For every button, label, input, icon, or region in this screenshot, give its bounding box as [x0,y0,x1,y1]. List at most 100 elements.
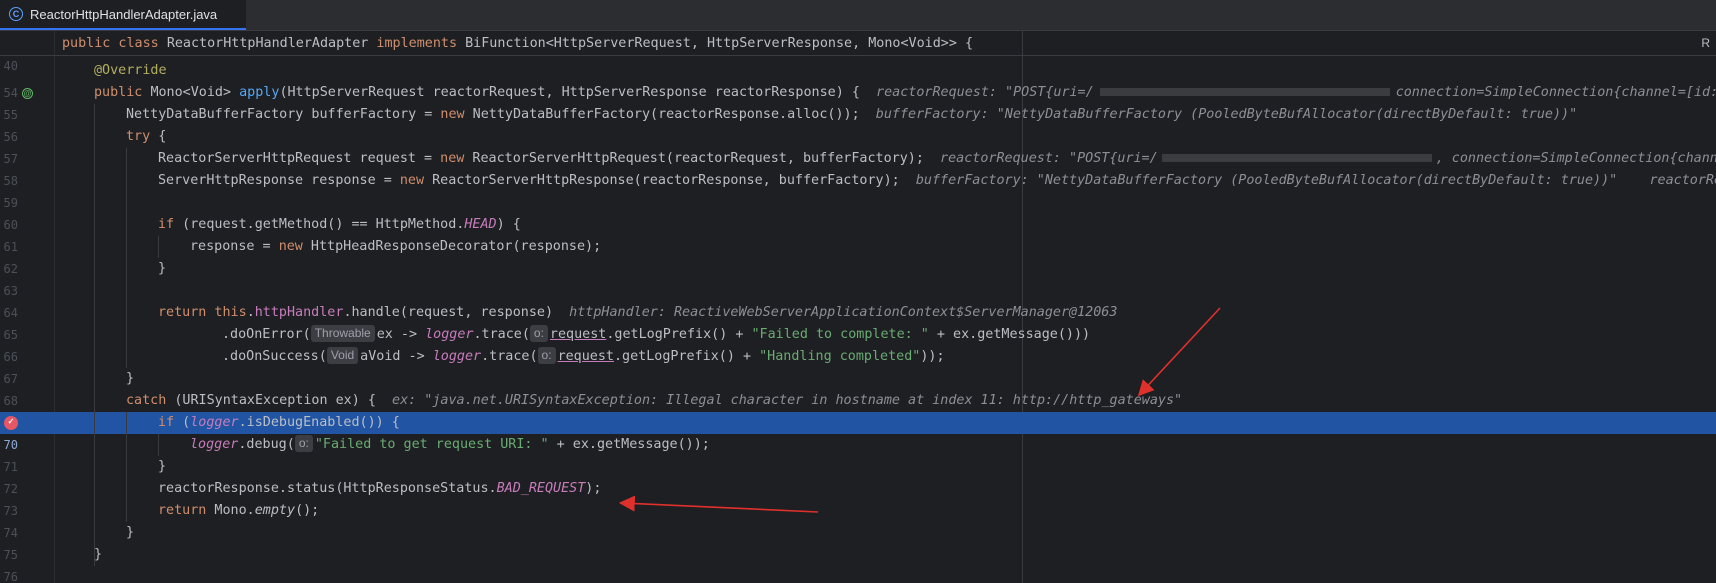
code-token: logger [190,437,239,452]
code-token: logger [432,349,482,364]
sticky-line[interactable]: 40 public class ReactorHttpHandlerAdapte… [0,33,1716,73]
code-token: apply [239,85,280,100]
code-token: (HttpServerRequest reactorRequest, HttpS… [279,85,860,100]
editor-tab[interactable]: C ReactorHttpHandlerAdapter.java [0,0,246,30]
code-token: + ex.getMessage())) [928,327,1091,342]
code-line-58[interactable]: 58 ReactorServerHttpRequest request = ne… [0,148,1716,188]
code-token: if [158,415,175,430]
param-hint: o: [294,435,313,452]
code-token: NettyDataBufferFactory(reactorResponse.a… [464,107,860,122]
sticky-separator [0,55,1716,56]
code-token: ReactorServerHttpRequest(reactorRequest,… [464,151,924,166]
code-token: .trace( [481,349,538,364]
code-token: Mono. [206,503,255,518]
code-token: logger [425,327,474,342]
code-token: ( [174,415,191,430]
code-line-76[interactable]: 76 } [0,544,1716,583]
debug-inline-value: , connection=SimpleConnection{channel=[ [1435,151,1716,166]
code-text: } [126,522,134,544]
code-line-74[interactable]: 74 return Mono.empty(); [0,500,1716,540]
tab-filename: ReactorHttpHandlerAdapter.java [30,6,218,22]
code-line-68[interactable]: 68 } [0,368,1716,408]
code-line-61[interactable]: 61 if (request.getMethod() == HttpMethod… [0,214,1716,254]
code-token: .debug( [238,437,295,452]
code-text: public Mono<Void> apply(HttpServerReques… [94,82,1716,104]
editor-tab-bar: C ReactorHttpHandlerAdapter.java [0,0,1716,31]
debug-inline-value: connection=SimpleConnection{channel=[id:… [1395,85,1716,100]
code-line-67[interactable]: 67 .doOnSuccess(Void aVoid -> logger.trac… [0,346,1716,386]
override-gutter-icon[interactable]: @ [22,88,33,99]
code-text: catch (URISyntaxException ex) { ex: "jav… [126,390,1182,412]
debug-inline-value: ex: "java.net.URISyntaxException: Illega… [392,393,1183,408]
code-line-75[interactable]: 75 } [0,522,1716,562]
code-token: Mono<Void> [150,85,240,100]
code-text: ServerHttpResponse response = new Reacto… [158,170,1716,192]
code-text: logger.debug(o: "Failed to get request UR… [190,434,710,456]
code-token: (request.getMethod() == HttpMethod. [174,217,465,232]
code-token: .doOnSuccess( [222,349,327,364]
code-text: @Override [94,60,167,82]
code-text: NettyDataBufferFactory bufferFactory = n… [126,104,1577,126]
code-token: BiFunction<HttpServerRequest, HttpServer… [457,36,974,51]
code-text: if (logger.isDebugEnabled()) { [158,412,400,434]
code-editor[interactable]: R 40 public class ReactorHttpHandlerAdap… [0,31,1716,583]
code-token: "Handling completed" [759,349,921,364]
code-token: } [126,371,135,386]
code-line-62[interactable]: 62 response = new HttpHeadResponseDecora… [0,236,1716,276]
code-line-69[interactable]: 69 catch (URISyntaxException ex) { ex: "… [0,390,1716,430]
code-text: try { [126,126,166,148]
code-token: request [549,327,607,342]
code-token: this [206,305,247,320]
code-line-63[interactable]: 63 } [0,258,1716,298]
code-line-57[interactable]: 57 try { [0,126,1716,166]
code-token: NettyDataBufferFactory bufferFactory = [126,107,441,122]
code-token: if [158,217,175,232]
code-token: .getLogPrefix() + [606,327,752,342]
code-token: implements [376,36,458,51]
code-token: response = [190,239,279,254]
execution-line-70[interactable]: 70 ✓ if (logger.isDebugEnabled()) { [0,412,1716,452]
code-line-66[interactable]: 66 .doOnError(Throwable ex -> logger.trac… [0,324,1716,364]
code-token: )); [920,349,945,364]
code-line-55[interactable]: 55 @ public Mono<Void> apply(HttpServerR… [0,82,1716,122]
code-line-64[interactable]: 64 [0,280,1716,320]
code-token: "Failed to get request URI: " [314,437,549,452]
code-line-60[interactable]: 60 [0,192,1716,232]
code-line-59[interactable]: 59 ServerHttpResponse response = new Rea… [0,170,1716,210]
code-token: (); [295,503,320,518]
code-token: } [158,459,167,474]
annotation-token: @Override [94,63,167,78]
code-token: ServerHttpResponse response = [158,173,400,188]
code-line-54[interactable]: 54 @Override [0,60,1716,100]
code-token: new [440,151,465,166]
code-token: new [399,173,425,188]
code-token: ReactorHttpHandlerAdapter [166,36,377,51]
code-token: request [557,349,614,364]
code-token: "Failed to complete: " [751,327,929,342]
code-line-71[interactable]: 71 logger.debug(o: "Failed to get request… [0,434,1716,474]
code-token: } [94,547,103,562]
code-token: ); [585,481,602,496]
code-token: .getLogPrefix() + [614,349,760,364]
debug-inline-value: httpHandler: ReactiveWebServerApplicatio… [569,305,1118,320]
code-text: ReactorServerHttpRequest request = new R… [158,148,1716,170]
code-text: .doOnError(Throwable ex -> logger.trace(o… [222,324,1090,346]
code-token: return [158,503,207,518]
code-text: if (request.getMethod() == HttpMethod.HE… [158,214,521,236]
code-token: BAD_REQUEST [496,481,586,496]
code-line-56[interactable]: 56 NettyDataBufferFactory bufferFactory … [0,104,1716,144]
code-token: HttpHeadResponseDecorator(response); [302,239,602,254]
redacted-block [1161,154,1432,162]
code-token: try [126,129,151,144]
redacted-block [1099,88,1390,96]
line-number: 76 [3,570,18,583]
code-line-65[interactable]: 65 return this.httpHandler.handle(reques… [0,302,1716,342]
code-text: } [158,456,166,478]
code-token: .trace( [473,327,530,342]
code-token: .doOnError( [222,327,311,342]
code-text: reactorResponse.status(HttpResponseStatu… [158,478,601,500]
code-line-73[interactable]: 73 reactorResponse.status(HttpResponseSt… [0,478,1716,518]
code-line-72[interactable]: 72 } [0,456,1716,496]
code-token: httpHandler [254,305,344,320]
breakpoint-icon[interactable]: ✓ [4,416,18,430]
